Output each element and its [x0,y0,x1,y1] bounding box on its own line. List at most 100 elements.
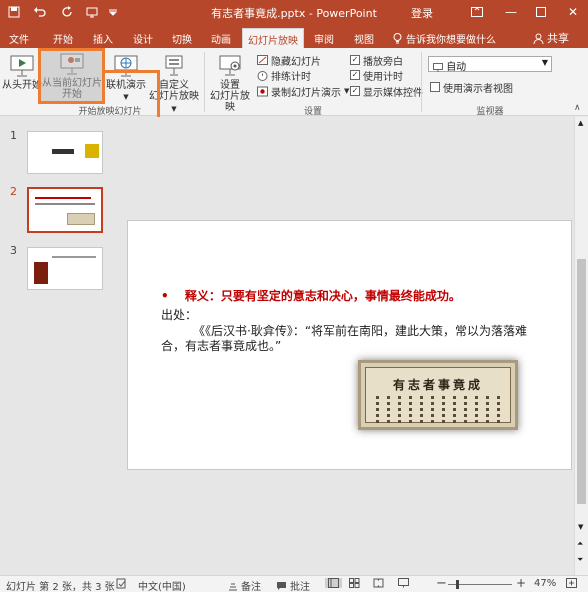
scroll-down-icon[interactable]: ▼ [578,523,583,531]
tab-slideshow[interactable]: 幻灯片放映 [242,28,304,48]
scrollbar-thumb[interactable] [577,259,586,504]
share-button[interactable]: 共享 [533,30,569,46]
custom-slides-icon [165,55,183,76]
group-label-setup: 设置 [303,107,322,117]
spellcheck-icon[interactable] [116,578,127,589]
use-timings-label: 使用计时 [363,71,403,83]
slideshow-view-icon[interactable] [398,578,409,588]
collapse-ribbon-icon[interactable]: ∧ [574,103,581,113]
slide-sorter-icon[interactable] [349,578,360,588]
thumb-image [67,213,95,225]
use-timings-checkbox[interactable]: ✓ 使用计时 [350,68,403,83]
setup-label-1: 设置 [220,80,240,91]
slide-thumbnail-3[interactable] [27,247,103,290]
tell-me-text: 告诉我你想要做什么 [406,35,496,46]
callout-line [105,70,160,73]
bullet-text: 释义：只要有坚定的意志和决心，事情最终能成功。 [184,289,461,303]
source-label: 出处： [161,308,198,322]
notes-icon [229,583,237,590]
rehearse-timings-button[interactable]: 排练计时 [257,68,311,83]
reading-view-icon[interactable] [373,578,384,588]
calligraphy-image[interactable]: 有志者事竟成 [358,360,518,430]
quote-text: 《《后汉书·耿弇传》：“将军前在南阳，建此大策，常以为落落难合，有志者事竟成也。… [161,324,528,353]
slideshow-start-icon [10,55,34,77]
fit-to-window-icon[interactable] [566,578,577,588]
slide-thumbnail-2[interactable] [27,187,103,233]
zoom-level[interactable]: 47% [534,578,556,589]
calligraphy-columns [376,396,500,424]
share-label: 共享 [547,32,569,45]
calligraphy-frame: 有志者事竟成 [365,367,511,424]
setup-screen-icon [219,55,241,76]
record-icon [257,86,268,96]
zoom-in-icon[interactable]: + [516,576,526,590]
normal-view-icon[interactable] [325,578,342,588]
slide-counter: 幻灯片 第 2 张，共 3 张 [6,582,115,592]
title-bar: 有志者事竟成.pptx - PowerPoint 登录 — ✕ [0,0,588,24]
tab-file[interactable]: 文件 [4,28,34,48]
presenter-view-checkbox[interactable]: 使用演示者视图 [430,80,513,95]
hide-slide-button[interactable]: 隐藏幻灯片 [257,53,321,68]
zoom-out-icon[interactable]: − [436,576,447,591]
tell-me-box[interactable]: 告诉我你想要做什么 [393,31,496,46]
tab-transitions[interactable]: 切换 [167,28,197,48]
tab-insert[interactable]: 插入 [88,28,118,48]
online-present-button[interactable]: 联机演示 ▼ [104,54,148,103]
tab-view[interactable]: 视图 [349,28,379,48]
record-slideshow-button[interactable]: 录制幻灯片演示 ▼ [257,84,350,99]
checkbox-checked-icon: ✓ [350,70,360,80]
chevron-down-icon: ▼ [344,87,350,95]
ribbon-tab-bar: 文件 开始 插入 设计 切换 动画 幻灯片放映 审阅 视图 告诉我你想要做什么 … [0,24,588,48]
notes-button[interactable]: 备注 [228,578,261,592]
group-label-monitor: 监视器 [476,107,504,117]
ribbon-display-options-icon[interactable] [462,0,492,24]
scroll-up-icon[interactable]: ▲ [578,119,583,127]
tab-review[interactable]: 审阅 [309,28,339,48]
comments-label: 批注 [290,582,310,592]
person-icon [533,33,544,44]
previous-slide-icon[interactable]: ⏶ [577,539,583,549]
next-slide-icon[interactable]: ⏷ [577,555,583,565]
thumb-text-line [52,256,96,258]
minimize-icon[interactable]: — [496,0,526,24]
language-indicator[interactable]: 中文(中国) [138,578,186,592]
play-narrations-label: 播放旁白 [363,56,403,68]
chevron-down-icon: ▼ [541,58,548,67]
monitor-value: 自动 [446,62,467,73]
checkbox-checked-icon: ✓ [350,86,360,96]
login-link[interactable]: 登录 [411,5,433,21]
rehearse-label: 排练计时 [271,71,311,83]
chevron-down-icon: ▼ [123,93,129,101]
record-label: 录制幻灯片演示 [271,87,341,99]
globe-screen-icon [114,55,138,77]
checkbox-unchecked-icon [430,82,440,92]
slide-thumbnail-1[interactable] [27,131,103,174]
presenter-view-label: 使用演示者视图 [443,83,513,95]
from-beginning-label: 从头开始 [2,80,42,91]
thumb-title-bar [52,149,74,154]
show-media-controls-label: 显示媒体控件 [363,87,423,99]
zoom-slider-handle[interactable] [456,580,459,589]
slide-thumbnails-pane: 1 2 3 [0,117,117,575]
lightbulb-icon [393,33,402,44]
vertical-scrollbar[interactable]: ▲ ▼ ⏶ ⏷ [574,117,588,575]
highlight-box [38,48,105,104]
slide-bullet: • 释义：只要有坚定的意志和决心，事情最终能成功。 [161,287,461,304]
thumbnail-number: 1 [10,129,17,142]
show-media-controls-checkbox[interactable]: ✓ 显示媒体控件 [350,84,423,99]
custom-label-1: 自定义 [159,80,189,91]
thumb-image [34,262,48,284]
tab-home[interactable]: 开始 [48,28,78,48]
bullet-marker: • [161,289,169,303]
maximize-icon[interactable] [526,0,556,24]
tab-design[interactable]: 设计 [128,28,158,48]
tab-animations[interactable]: 动画 [206,28,236,48]
thumb-text-line [35,197,91,199]
play-narrations-checkbox[interactable]: ✓ 播放旁白 [350,53,403,68]
close-icon[interactable]: ✕ [558,0,588,24]
comments-button[interactable]: 批注 [276,578,310,592]
thumbnail-number: 2 [10,185,17,198]
thumb-text-line [35,203,95,205]
from-beginning-button[interactable]: 从头开始 [2,54,42,91]
monitor-dropdown[interactable]: 自动 ▼ [428,56,552,73]
